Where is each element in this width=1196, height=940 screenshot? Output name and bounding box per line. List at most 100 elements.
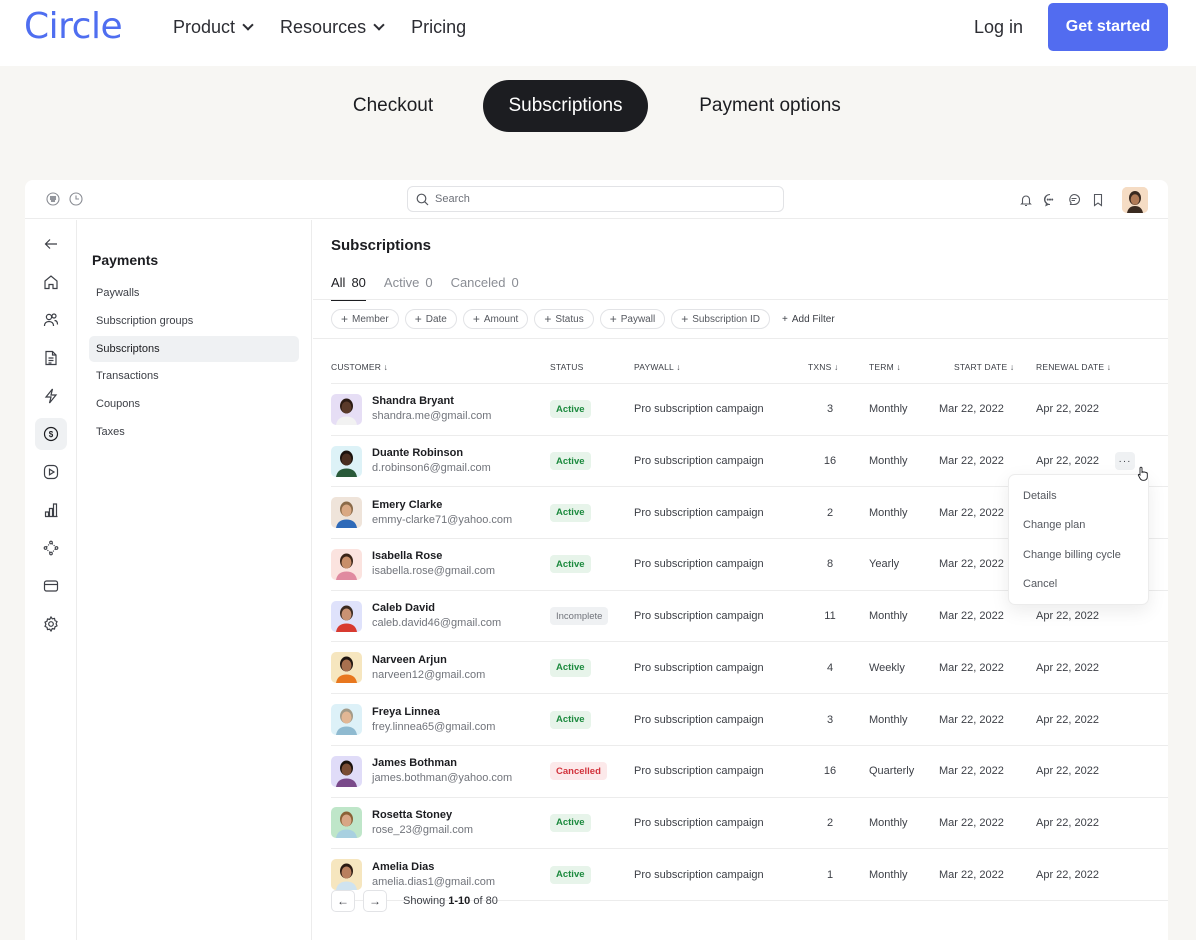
- status-badge: Active: [550, 400, 591, 419]
- grid-icon[interactable]: [46, 192, 60, 211]
- filter-paywall[interactable]: + Paywall: [599, 309, 666, 329]
- clock-icon[interactable]: [69, 192, 83, 211]
- dollar-icon[interactable]: $: [35, 418, 67, 450]
- subnav-item-coupons[interactable]: Coupons: [89, 391, 299, 417]
- document-icon[interactable]: [35, 342, 67, 374]
- customer-name[interactable]: Shandra Bryant: [372, 394, 491, 408]
- column-renewal-date[interactable]: RENEWAL DATE ↓: [1036, 362, 1111, 372]
- search-field[interactable]: [407, 186, 784, 212]
- settings-icon[interactable]: [35, 608, 67, 640]
- home-icon[interactable]: [35, 266, 67, 298]
- txns-cell: 2: [826, 816, 834, 829]
- txns-cell: 11: [824, 610, 836, 623]
- tab-checkout[interactable]: Checkout: [335, 80, 451, 132]
- column-customer[interactable]: CUSTOMER ↓: [331, 362, 388, 372]
- bar-chart-icon[interactable]: [35, 494, 67, 526]
- card-icon[interactable]: [35, 570, 67, 602]
- filter-label: Date: [425, 313, 447, 325]
- renewal-date-cell: Apr 22, 2022: [1036, 816, 1099, 829]
- status-cell: Incomplete: [550, 591, 609, 642]
- renewal-date-cell: Apr 22, 2022: [1036, 403, 1099, 416]
- customer-name[interactable]: Caleb David: [372, 601, 501, 615]
- circle-logo[interactable]: Circle: [24, 6, 123, 47]
- status-badge: Active: [550, 865, 591, 884]
- login-link[interactable]: Log in: [974, 17, 1023, 38]
- table-row[interactable]: Freya Linnea frey.linnea65@gmail.com Act…: [331, 694, 1168, 746]
- column-start-date[interactable]: START DATE ↓: [954, 362, 1014, 372]
- nav-product[interactable]: Product: [173, 17, 254, 38]
- table-row[interactable]: Shandra Bryant shandra.me@gmail.com Acti…: [331, 384, 1168, 436]
- customer-name[interactable]: Rosetta Stoney: [372, 808, 473, 822]
- sort-arrow-icon: ↓: [676, 362, 681, 372]
- subnav-item-transactions[interactable]: Transactions: [89, 363, 299, 389]
- top-navigation: Circle Product Resources Pricing Log in …: [0, 0, 1196, 66]
- tab-canceled[interactable]: Canceled 0: [451, 275, 519, 299]
- filter-label: Subscription ID: [692, 313, 761, 325]
- column-label: START DATE: [954, 362, 1008, 372]
- chevron-down-icon: [242, 19, 254, 31]
- nav-resources[interactable]: Resources: [280, 17, 385, 38]
- users-icon[interactable]: [35, 304, 67, 336]
- column-txns[interactable]: TXNS ↓: [808, 362, 839, 372]
- filter-amount[interactable]: + Amount: [462, 309, 529, 329]
- search-input[interactable]: [435, 193, 735, 205]
- subnav-item-subscriptions[interactable]: Subscriptons: [89, 336, 299, 362]
- menu-item-details[interactable]: Details: [1009, 481, 1148, 511]
- table-row[interactable]: Rosetta Stoney rose_23@gmail.com Active …: [331, 798, 1168, 850]
- bookmark-icon[interactable]: [1090, 192, 1106, 208]
- subnav-item-taxes[interactable]: Taxes: [89, 419, 299, 445]
- tab-payment-options[interactable]: Payment options: [680, 80, 860, 132]
- status-cell: Active: [550, 849, 591, 900]
- get-started-button[interactable]: Get started: [1048, 3, 1168, 51]
- message-icon[interactable]: [1066, 192, 1082, 208]
- tab-active[interactable]: Active 0: [384, 275, 433, 299]
- customer-name[interactable]: Amelia Dias: [372, 860, 495, 874]
- filter-subscription-id[interactable]: + Subscription ID: [671, 309, 771, 329]
- next-page-button[interactable]: →: [363, 890, 387, 912]
- customer-name[interactable]: Emery Clarke: [372, 498, 512, 512]
- user-avatar[interactable]: [1122, 187, 1148, 213]
- menu-item-change-billing-cycle[interactable]: Change billing cycle: [1009, 540, 1148, 570]
- customer-name[interactable]: Duante Robinson: [372, 446, 491, 460]
- filter-member[interactable]: + Member: [331, 309, 399, 329]
- subnav-item-paywalls[interactable]: Paywalls: [89, 280, 299, 306]
- column-term[interactable]: TERM ↓: [869, 362, 901, 372]
- status-cell: Active: [550, 798, 591, 849]
- prev-page-button[interactable]: ←: [331, 890, 355, 912]
- table-row[interactable]: Narveen Arjun narveen12@gmail.com Active…: [331, 643, 1168, 695]
- customer-avatar: [331, 807, 362, 839]
- customer-name[interactable]: James Bothman: [372, 756, 512, 770]
- filter-status[interactable]: + Status: [534, 309, 594, 329]
- filter-date[interactable]: + Date: [404, 309, 457, 329]
- nodes-icon[interactable]: [35, 532, 67, 564]
- customer-email: d.robinson6@gmail.com: [372, 462, 491, 475]
- filter-label: Status: [555, 313, 584, 325]
- term-cell: Monthly: [869, 506, 908, 519]
- arrow-left-icon: ←: [337, 894, 349, 908]
- customer-name[interactable]: Narveen Arjun: [372, 653, 485, 667]
- tab-active-label: Active: [383, 275, 420, 290]
- nav-pricing[interactable]: Pricing: [411, 17, 466, 38]
- status-cell: Active: [550, 539, 591, 590]
- customer-name[interactable]: Freya Linnea: [372, 705, 495, 719]
- tab-all[interactable]: All 80: [331, 275, 366, 301]
- app-window: $ Payments Paywalls Subscription groups …: [25, 180, 1168, 940]
- table-row[interactable]: James Bothman james.bothman@yahoo.com Ca…: [331, 746, 1168, 798]
- menu-item-cancel[interactable]: Cancel: [1009, 570, 1148, 600]
- back-arrow-icon[interactable]: [35, 228, 67, 260]
- subnav-item-subscription-groups[interactable]: Subscription groups: [89, 308, 299, 334]
- column-paywall[interactable]: PAYWALL ↓: [634, 362, 681, 372]
- txns-cell: 4: [826, 661, 834, 674]
- menu-item-change-plan[interactable]: Change plan: [1009, 511, 1148, 541]
- lightning-icon[interactable]: [35, 380, 67, 412]
- filter-label: Paywall: [620, 313, 656, 325]
- chat-icon[interactable]: [1042, 192, 1058, 208]
- paywall-cell: Pro subscription campaign: [634, 868, 764, 881]
- row-actions-button[interactable]: ···: [1115, 452, 1135, 470]
- bell-icon[interactable]: [1018, 192, 1034, 208]
- txns-cell: 3: [826, 403, 834, 416]
- add-filter-button[interactable]: + Add Filter: [782, 314, 835, 325]
- play-icon[interactable]: [35, 456, 67, 488]
- customer-name[interactable]: Isabella Rose: [372, 549, 495, 563]
- tab-subscriptions[interactable]: Subscriptions: [483, 80, 648, 132]
